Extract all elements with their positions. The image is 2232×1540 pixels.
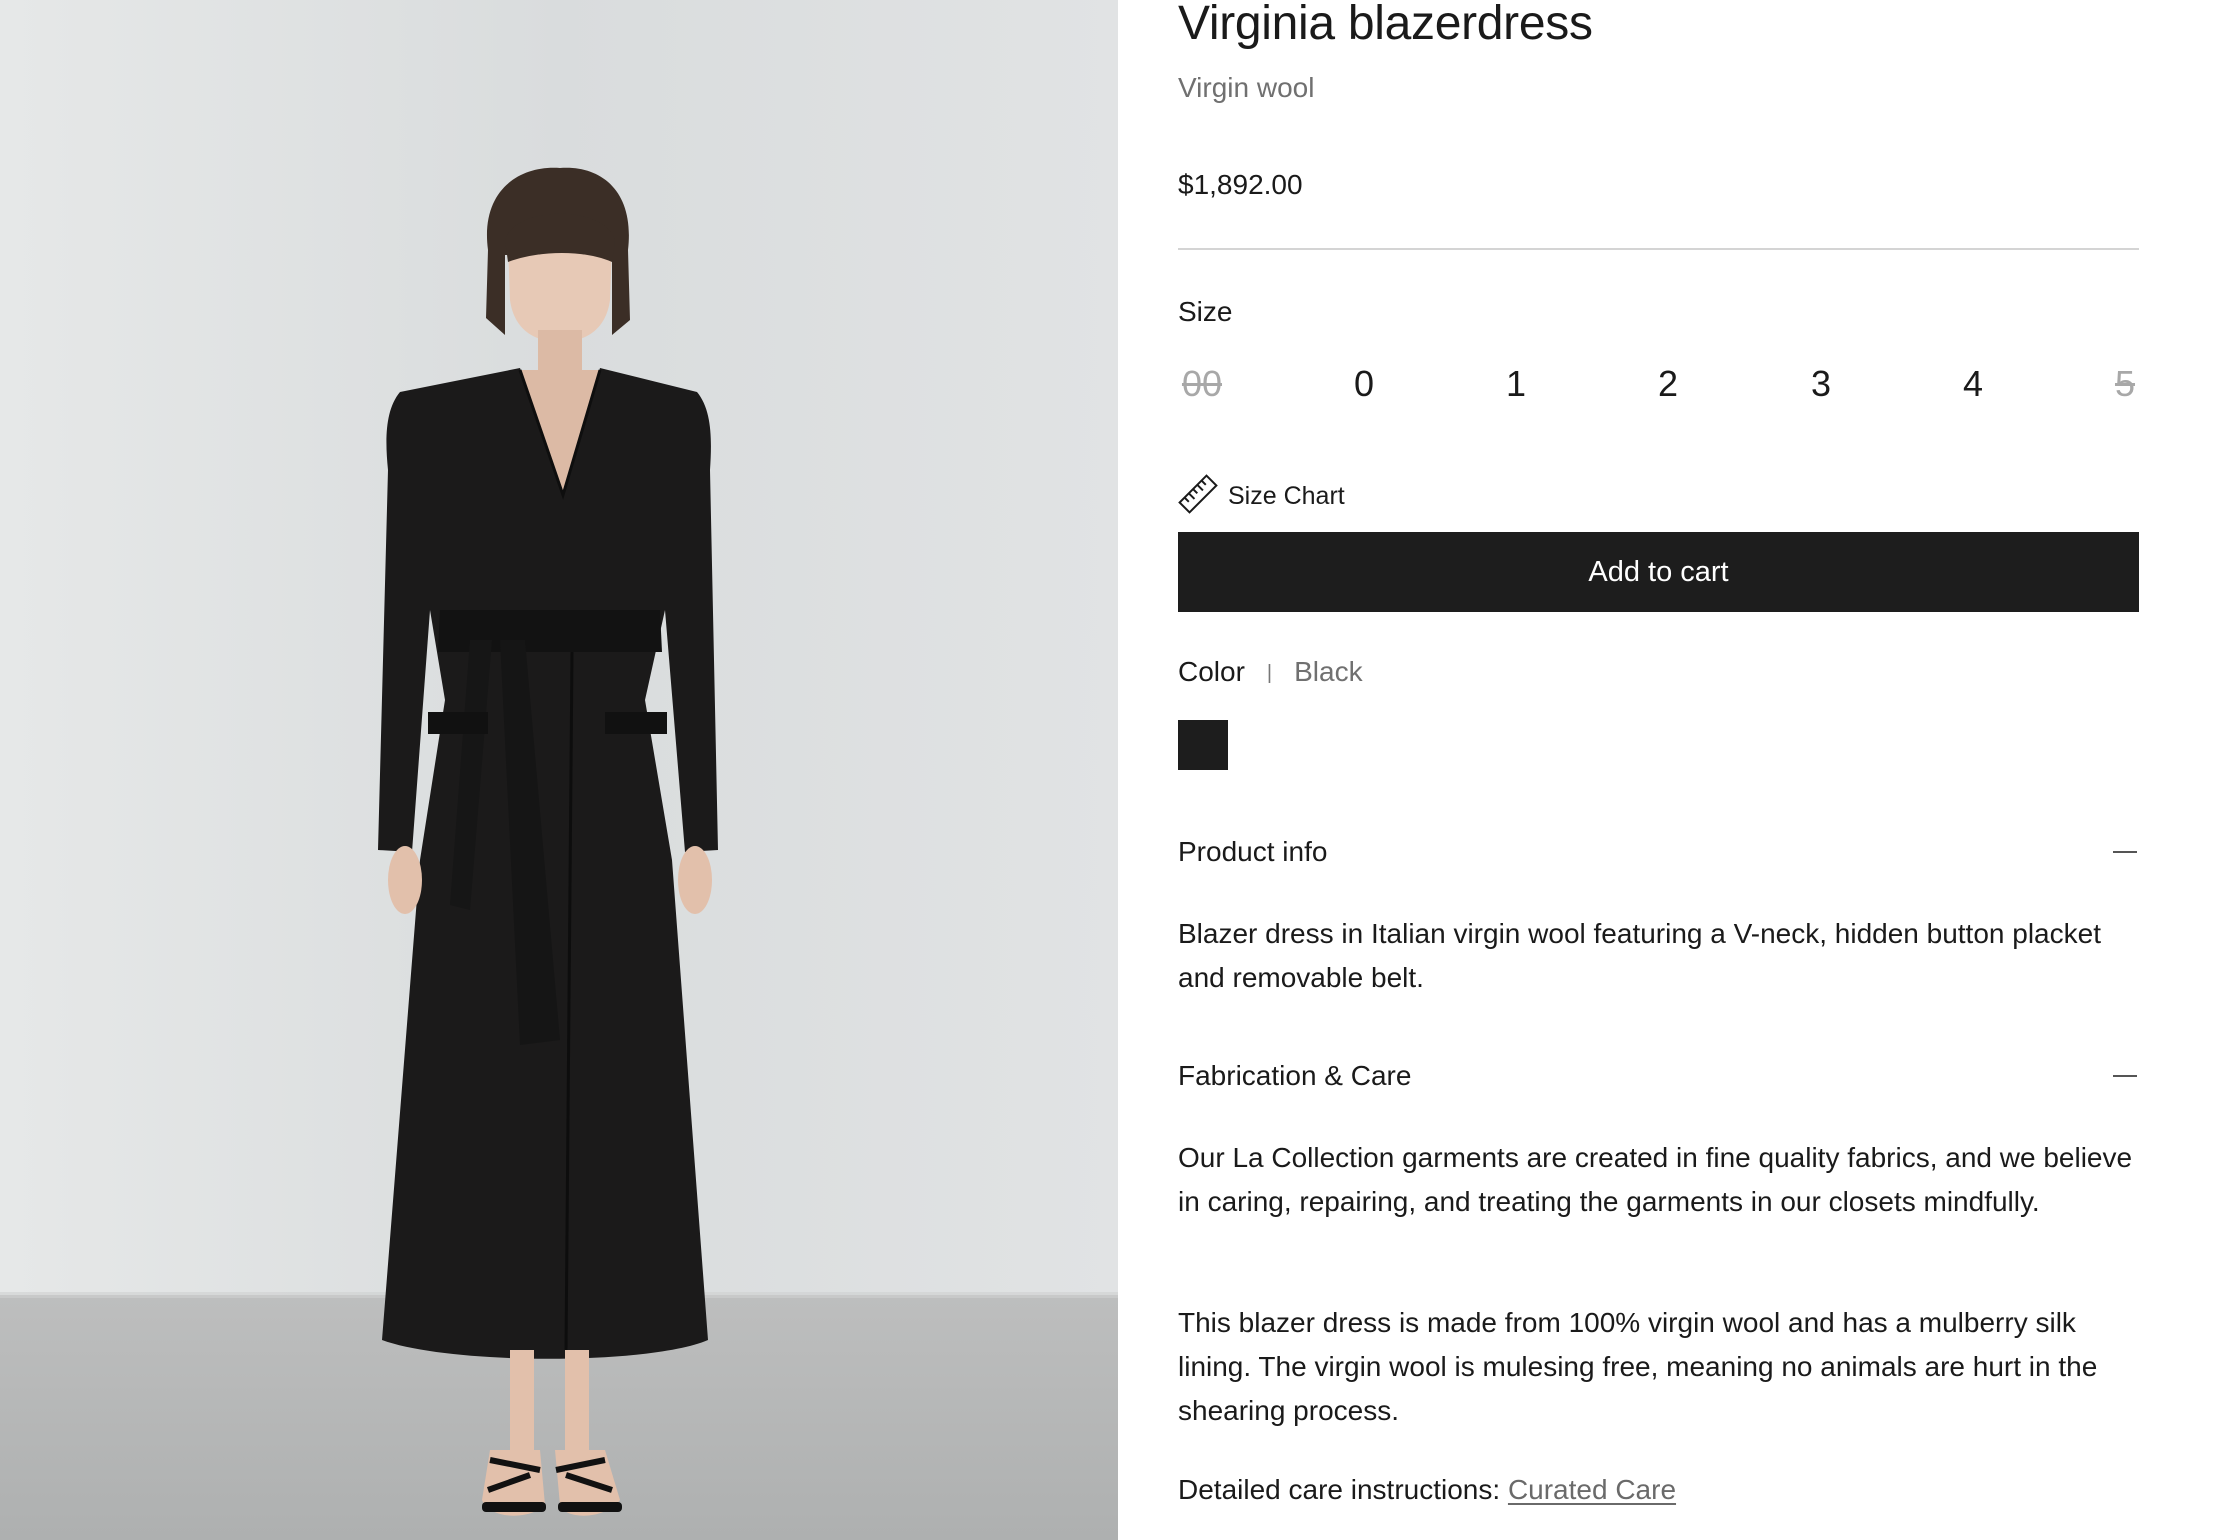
- size-option-00[interactable]: 00: [1172, 364, 1232, 404]
- product-title: Virginia blazerdress: [1178, 0, 1593, 50]
- fabrication-paragraph-2: This blazer dress is made from 100% virg…: [1178, 1307, 2098, 1426]
- curated-care-link[interactable]: Curated Care: [1508, 1474, 1676, 1505]
- size-chart-label: Size Chart: [1228, 481, 1345, 510]
- size-chart-link[interactable]: Size Chart: [1178, 473, 1345, 519]
- care-instructions: Detailed care instructions: Curated Care: [1178, 1472, 1676, 1508]
- size-option-4[interactable]: 4: [1943, 364, 2003, 404]
- size-option-2[interactable]: 2: [1638, 364, 1698, 404]
- product-info-heading: Product info: [1178, 836, 1328, 867]
- size-selector: 00 0 1 2 3 4 5: [1178, 364, 2139, 404]
- color-swatch-black[interactable]: [1178, 720, 1228, 770]
- fabrication-care-toggle[interactable]: Fabrication & Care: [1178, 1056, 2139, 1096]
- collapse-minus-icon: [2113, 1075, 2137, 1077]
- size-label: Size: [1178, 296, 1233, 327]
- add-to-cart-button[interactable]: Add to cart: [1178, 532, 2139, 612]
- ruler-icon: [1178, 473, 1218, 519]
- product-info-toggle[interactable]: Product info: [1178, 832, 2139, 872]
- color-label: Color: [1178, 656, 1245, 687]
- color-value: Black: [1294, 656, 1363, 687]
- product-photo-svg: [0, 0, 1118, 1540]
- color-row: Color | Black: [1178, 658, 1363, 686]
- size-option-5[interactable]: 5: [2095, 364, 2155, 404]
- divider: [1178, 248, 2139, 250]
- color-separator: |: [1266, 662, 1273, 684]
- product-image[interactable]: [0, 0, 1118, 1540]
- size-option-0[interactable]: 0: [1334, 364, 1394, 404]
- product-price: $1,892.00: [1178, 169, 1303, 200]
- collapse-minus-icon: [2113, 851, 2137, 853]
- fabrication-paragraph-1: Our La Collection garments are created i…: [1178, 1142, 2133, 1217]
- care-prefix: Detailed care instructions:: [1178, 1474, 1508, 1505]
- fabrication-care-heading: Fabrication & Care: [1178, 1060, 1412, 1091]
- size-option-3[interactable]: 3: [1791, 364, 1851, 404]
- size-option-1[interactable]: 1: [1486, 364, 1546, 404]
- product-material: Virgin wool: [1178, 72, 1315, 103]
- product-info-text: Blazer dress in Italian virgin wool feat…: [1178, 918, 2101, 993]
